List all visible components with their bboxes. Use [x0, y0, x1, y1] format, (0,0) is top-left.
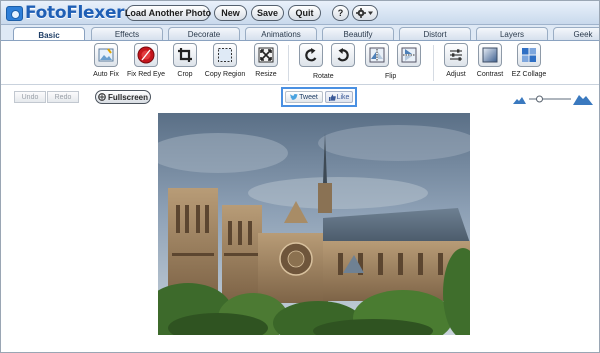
- settings-menu-button[interactable]: [352, 5, 378, 21]
- tab-beautify[interactable]: Beautify: [322, 27, 394, 40]
- chevron-down-icon: [368, 11, 373, 15]
- auto-fix-tool[interactable]: Auto Fix: [90, 43, 122, 83]
- zoom-thumb: [536, 95, 543, 103]
- auto-fix-label: Auto Fix: [93, 71, 119, 78]
- basic-toolbar: Auto Fix Fix Red Eye Crop Copy Region Re…: [1, 41, 599, 85]
- red-eye-icon: [137, 46, 155, 64]
- category-tabs: Basic Effects Decorate Animations Beauti…: [1, 25, 599, 41]
- tab-animations[interactable]: Animations: [245, 27, 317, 40]
- fix-red-eye-tool[interactable]: Fix Red Eye: [125, 43, 167, 83]
- logo: FotoFlexer: [6, 3, 125, 23]
- resize-icon: [258, 47, 274, 63]
- rotate-right-icon: [337, 48, 349, 62]
- zoom-slider[interactable]: [513, 92, 593, 106]
- contrast-tool[interactable]: Contrast: [473, 43, 507, 83]
- flip-label: Flip: [385, 73, 397, 80]
- undo-button[interactable]: Undo: [14, 91, 46, 103]
- social-share-box: Tweet Like: [281, 87, 357, 107]
- copy-region-label: Copy Region: [204, 71, 246, 78]
- logo-text: FotoFlexer: [25, 3, 125, 23]
- twitter-bird-icon: [290, 93, 299, 100]
- thumbs-up-icon: [328, 94, 336, 101]
- toolbar-separator: [288, 45, 289, 81]
- new-button[interactable]: New: [214, 5, 247, 21]
- sliders-icon: [450, 49, 462, 61]
- copy-region-tool[interactable]: Copy Region: [202, 43, 248, 83]
- flip-horizontal-icon: [369, 47, 385, 63]
- facebook-like-button[interactable]: Like: [325, 91, 353, 103]
- adjust-tool[interactable]: Adjust: [441, 43, 471, 83]
- top-bar: FotoFlexer Load Another Photo New Save Q…: [1, 1, 599, 25]
- load-another-photo-button[interactable]: Load Another Photo: [125, 5, 211, 21]
- zoom-control: [513, 95, 593, 105]
- crop-tool[interactable]: Crop: [171, 43, 199, 83]
- tab-effects[interactable]: Effects: [91, 27, 163, 40]
- crop-icon: [178, 48, 192, 62]
- resize-label: Resize: [255, 71, 277, 78]
- tab-geek[interactable]: Geek: [553, 27, 599, 40]
- toolbar-separator: [433, 45, 434, 81]
- quit-button[interactable]: Quit: [288, 5, 321, 21]
- flip-vertical-icon: [401, 47, 417, 63]
- contrast-icon: [482, 47, 498, 63]
- zoom-in-icon: [573, 95, 593, 105]
- fullscreen-label: Fullscreen: [107, 92, 148, 102]
- adjust-label: Adjust: [446, 71, 466, 78]
- tab-layers[interactable]: Layers: [476, 27, 548, 40]
- photo-canvas[interactable]: [158, 113, 470, 335]
- rotate-label: Rotate: [313, 73, 334, 80]
- rotate-left-icon: [305, 48, 317, 62]
- collage-icon: [522, 48, 536, 62]
- fullscreen-icon: [98, 93, 106, 101]
- resize-tool[interactable]: Resize: [251, 43, 281, 83]
- tweet-label: Tweet: [299, 93, 318, 101]
- gear-icon: [356, 8, 373, 18]
- tab-decorate[interactable]: Decorate: [168, 27, 240, 40]
- zoom-out-icon: [513, 97, 526, 104]
- help-button[interactable]: ?: [332, 5, 349, 21]
- flip-vertical-button[interactable]: [395, 43, 423, 83]
- tab-distort[interactable]: Distort: [399, 27, 471, 40]
- fullscreen-button[interactable]: Fullscreen: [95, 90, 151, 104]
- redo-button[interactable]: Redo: [47, 91, 79, 103]
- contrast-label: Contrast: [476, 71, 504, 78]
- cathedral-photo: [158, 113, 470, 335]
- crop-label: Crop: [177, 71, 193, 78]
- fix-red-eye-label: Fix Red Eye: [126, 71, 166, 78]
- copy-region-icon: [218, 48, 232, 62]
- ez-collage-tool[interactable]: EZ Collage: [509, 43, 549, 83]
- camera-icon: [6, 5, 23, 21]
- like-label: Like: [336, 93, 350, 101]
- tab-basic[interactable]: Basic: [13, 27, 85, 40]
- ez-collage-label: EZ Collage: [511, 71, 547, 78]
- tweet-button[interactable]: Tweet: [285, 91, 323, 103]
- app-window: FotoFlexer Load Another Photo New Save Q…: [0, 0, 600, 353]
- save-button[interactable]: Save: [251, 5, 284, 21]
- auto-fix-icon: [98, 48, 114, 62]
